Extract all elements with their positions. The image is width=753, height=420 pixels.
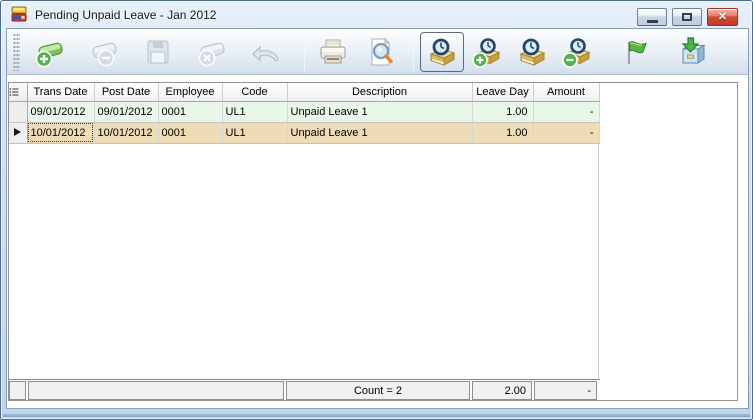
footer-amount-total: - — [534, 381, 597, 400]
maximize-button[interactable] — [672, 8, 702, 26]
column-header-leave-day[interactable]: Leave Day — [472, 83, 534, 102]
toolbar-grip[interactable] — [13, 32, 20, 71]
toolbar-separator — [304, 32, 305, 71]
flag-icon — [627, 40, 647, 64]
toolbar — [7, 29, 748, 75]
footer-empty-cell — [28, 381, 284, 400]
column-header-code[interactable]: Code — [222, 83, 288, 102]
print-button[interactable] — [311, 32, 355, 72]
toolbar-separator — [413, 32, 414, 71]
footer-indicator-cell — [9, 381, 26, 400]
cell-amount[interactable]: - — [533, 122, 600, 144]
workspace: Trans Date Post Date Employee Code Descr… — [7, 75, 748, 408]
delete-record-icon — [92, 42, 117, 66]
maximize-icon — [682, 13, 692, 21]
view-leave-button[interactable] — [510, 32, 554, 72]
grid-right-edge — [598, 143, 599, 379]
row-indicator-cell[interactable] — [9, 122, 28, 144]
table-row[interactable]: 09/01/2012 09/01/2012 0001 UL1 Unpaid Le… — [9, 101, 600, 123]
close-icon: ✕ — [717, 10, 728, 23]
post-button[interactable] — [670, 32, 714, 72]
app-window: Pending Unpaid Leave - Jan 2012 ✕ Trans … — [0, 0, 753, 420]
cell-code[interactable]: UL1 — [222, 101, 288, 123]
print-icon — [320, 39, 346, 63]
preview-button[interactable] — [359, 32, 403, 72]
view-leave-icon — [519, 38, 546, 66]
add-leave-button[interactable] — [465, 32, 509, 72]
save-record-button — [136, 32, 180, 72]
pending-leave-icon — [429, 38, 456, 66]
cell-trans-date[interactable]: 09/01/2012 — [27, 101, 95, 123]
cancel-icon — [198, 42, 225, 66]
grid-table: Trans Date Post Date Employee Code Descr… — [9, 83, 600, 144]
remove-leave-icon — [562, 37, 591, 68]
cell-employee[interactable]: 0001 — [158, 101, 223, 123]
remove-leave-button[interactable] — [555, 32, 599, 72]
column-selector-header[interactable] — [9, 83, 28, 102]
client-area: Trans Date Post Date Employee Code Descr… — [6, 28, 749, 409]
column-header-trans-date[interactable]: Trans Date — [27, 83, 95, 102]
grid-footer: Count = 2 2.00 - — [9, 379, 600, 400]
current-row-arrow-icon — [14, 127, 22, 136]
cell-amount[interactable]: - — [533, 101, 600, 123]
add-record-button[interactable] — [28, 32, 72, 72]
cell-employee[interactable]: 0001 — [158, 122, 223, 144]
row-indicator-cell[interactable] — [9, 101, 28, 123]
data-grid: Trans Date Post Date Employee Code Descr… — [8, 82, 738, 401]
footer-count-cell: Count = 2 — [286, 381, 470, 400]
flag-button[interactable] — [612, 32, 656, 72]
cancel-record-button — [190, 32, 234, 72]
app-icon — [11, 6, 27, 22]
add-record-icon — [35, 42, 63, 67]
footer-leave-day-total: 2.00 — [472, 381, 532, 400]
cell-leave-day[interactable]: 1.00 — [472, 101, 534, 123]
window-title: Pending Unpaid Leave - Jan 2012 — [35, 7, 217, 22]
cell-post-date[interactable]: 10/01/2012 — [94, 122, 159, 144]
close-button[interactable]: ✕ — [707, 8, 738, 26]
column-header-employee[interactable]: Employee — [158, 83, 223, 102]
post-icon — [681, 36, 706, 64]
cell-trans-date[interactable]: 10/01/2012 — [27, 122, 95, 144]
column-selector-icon — [9, 87, 19, 96]
minimize-button[interactable] — [637, 8, 667, 26]
column-header-post-date[interactable]: Post Date — [94, 83, 159, 102]
cell-post-date[interactable]: 09/01/2012 — [94, 101, 159, 123]
column-header-amount[interactable]: Amount — [533, 83, 600, 102]
add-leave-icon — [472, 37, 501, 68]
preview-icon — [371, 37, 393, 65]
header-row: Trans Date Post Date Employee Code Descr… — [9, 83, 600, 102]
pending-leave-button[interactable] — [420, 31, 464, 72]
table-row-current[interactable]: 10/01/2012 10/01/2012 0001 UL1 Unpaid Le… — [9, 122, 600, 144]
window-controls: ✕ — [637, 8, 738, 26]
cell-leave-day[interactable]: 1.00 — [472, 122, 534, 144]
undo-icon — [252, 45, 279, 62]
column-header-description[interactable]: Description — [287, 83, 473, 102]
cell-code[interactable]: UL1 — [222, 122, 288, 144]
minimize-icon — [646, 19, 658, 23]
undo-button — [244, 32, 288, 72]
save-icon — [147, 40, 169, 63]
cell-description[interactable]: Unpaid Leave 1 — [287, 101, 473, 123]
cell-description[interactable]: Unpaid Leave 1 — [287, 122, 473, 144]
delete-record-button — [82, 32, 126, 72]
